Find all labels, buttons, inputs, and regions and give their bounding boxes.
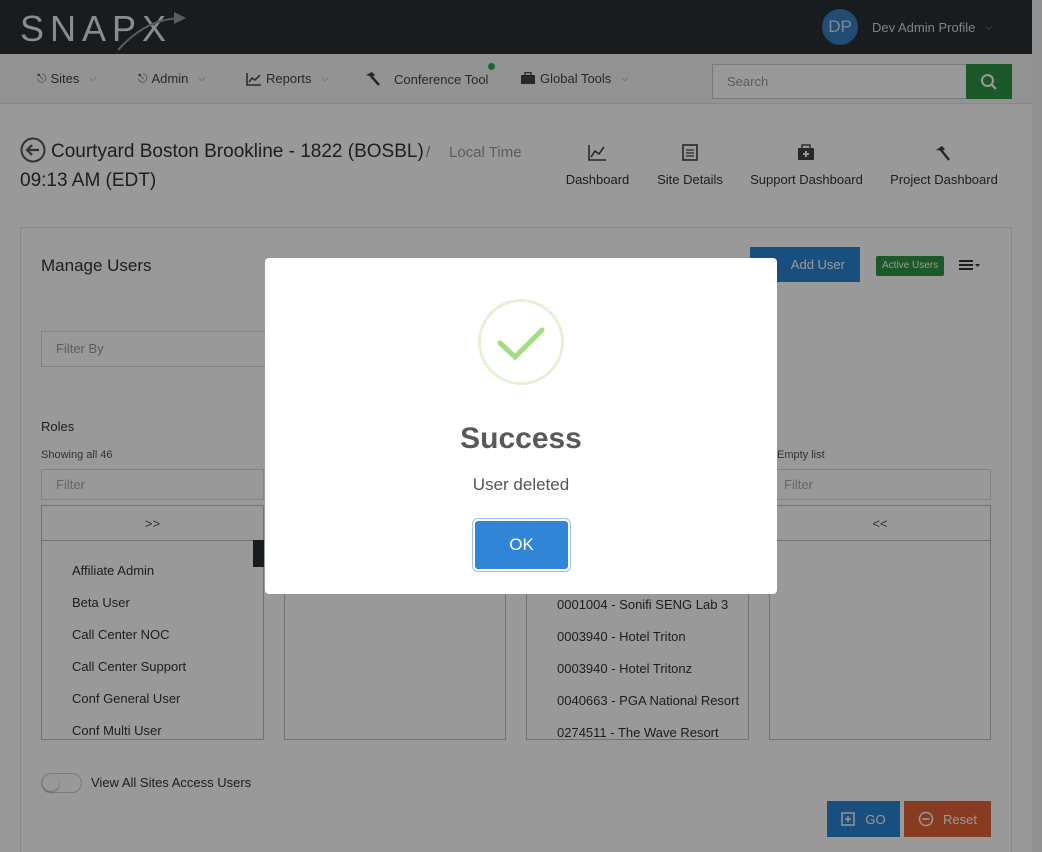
modal-message: User deleted: [472, 475, 570, 494]
success-modal: Success User deleted OK: [265, 258, 777, 594]
modal-title: Success: [460, 422, 582, 455]
ok-button[interactable]: OK: [475, 521, 568, 569]
check-icon: [497, 327, 545, 361]
